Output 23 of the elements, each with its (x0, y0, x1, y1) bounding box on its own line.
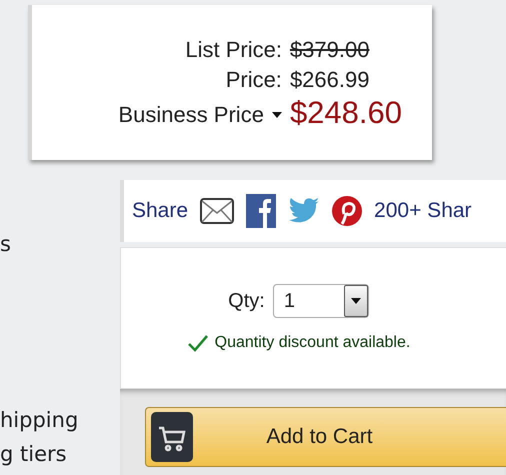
add-to-cart-button[interactable]: Add to Cart (145, 407, 506, 467)
list-price-label: List Price: (185, 37, 282, 63)
price: $266.99 (290, 67, 370, 93)
business-price-label[interactable]: Business Price (118, 102, 264, 128)
pinterest-icon[interactable] (332, 196, 362, 226)
check-icon (186, 334, 209, 352)
caret-icon[interactable] (272, 112, 282, 118)
caret-icon[interactable] (350, 298, 361, 304)
business-price: $248.60 (290, 97, 402, 128)
facebook-icon[interactable] (246, 194, 276, 228)
bird-icon[interactable] (288, 197, 320, 225)
discount-note: Quantity discount available. (214, 334, 410, 352)
slide-text: g tiers (0, 442, 67, 466)
slide-text: hipping (0, 408, 78, 432)
envelope-icon[interactable] (200, 198, 234, 224)
price-label: Price: (226, 67, 282, 93)
cart-icon (151, 412, 193, 462)
quantity-label: Qty: (228, 290, 265, 312)
quantity-dropdown[interactable]: 1 (272, 284, 369, 318)
share-label: Share (132, 199, 188, 223)
list-price: $379.00 (290, 37, 370, 63)
share-count[interactable]: 200+ Shar (374, 199, 472, 223)
slide-text: s (0, 232, 11, 256)
